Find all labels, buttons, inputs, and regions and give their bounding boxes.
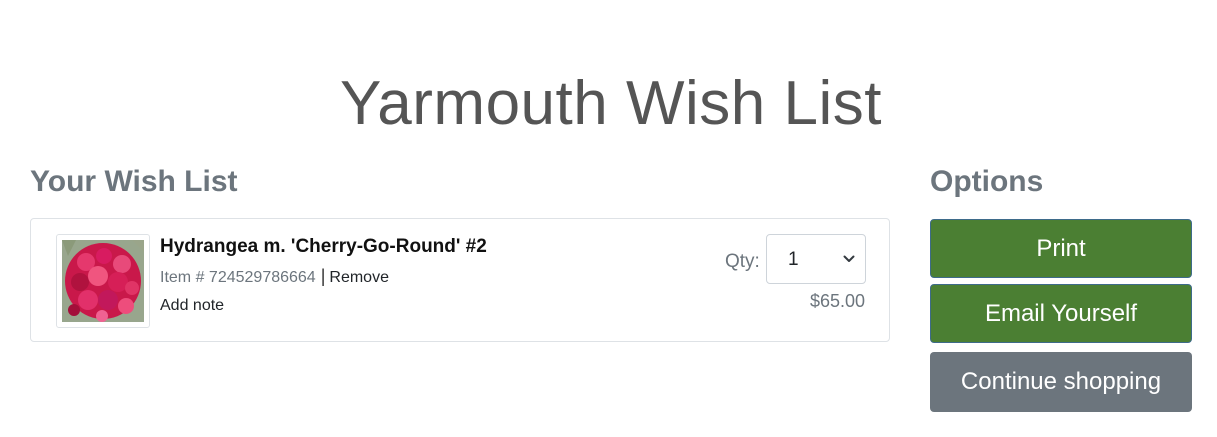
chevron-down-icon [843,255,855,262]
wishlist-heading: Your Wish List [30,165,238,198]
item-number: 724529786664 [208,269,316,286]
email-yourself-button[interactable]: Email Yourself [930,284,1192,343]
remove-link[interactable]: Remove [329,269,389,286]
item-price: $65.00 [809,291,865,311]
continue-shopping-button[interactable]: Continue shopping [930,352,1192,412]
item-number-prefix: Item # [160,269,205,286]
qty-select[interactable]: 1 [766,234,866,284]
add-note-link[interactable]: Add note [160,295,224,317]
qty-label: Qty: [725,251,760,272]
page-title: Yarmouth Wish List [340,68,882,138]
hydrangea-photo-icon [62,240,144,322]
qty-value: 1 [788,249,799,270]
meta-separator: | [320,266,326,286]
product-name[interactable]: Hydrangea m. 'Cherry-Go-Round' #2 [160,235,487,259]
wishlist-item-card: Hydrangea m. 'Cherry-Go-Round' #2 Item #… [30,218,890,342]
print-button[interactable]: Print [930,219,1192,278]
options-heading: Options [930,165,1044,198]
product-thumbnail[interactable] [56,234,150,328]
item-meta: Item # 724529786664 | Remove [160,265,389,289]
